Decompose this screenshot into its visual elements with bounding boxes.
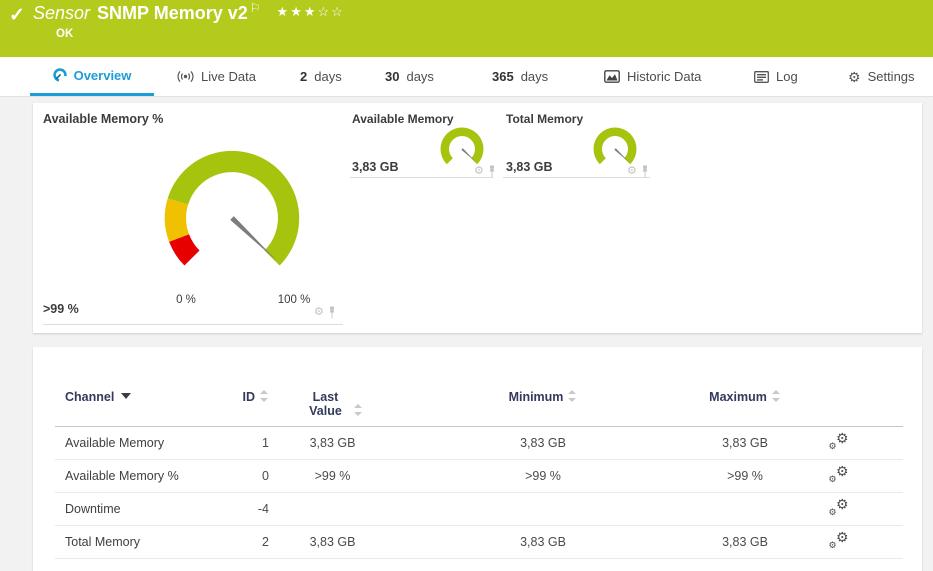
- table-row: Available Memory 1 3,83 GB 3,83 GB 3,83 …: [55, 427, 903, 460]
- sensor-status-banner: ✓ Sensor SNMP Memory v2⚐ ★★★☆☆ OK: [0, 0, 933, 57]
- divider: [503, 177, 650, 178]
- main-gauge-value: >99 %: [43, 302, 79, 316]
- gauge-settings-gear-icon[interactable]: ⚙: [627, 166, 637, 177]
- sort-icon: [260, 390, 269, 402]
- sort-caret-icon: [121, 393, 131, 399]
- table-row: Total Memory 2 3,83 GB 3,83 GB 3,83 GB ⚙…: [55, 526, 903, 559]
- column-header-channel[interactable]: Channel: [55, 375, 215, 427]
- flag-icon: ⚐: [250, 1, 261, 15]
- sort-icon: [354, 404, 363, 416]
- tab-30-days[interactable]: 30 days: [385, 57, 434, 96]
- tab-overview[interactable]: Overview: [30, 57, 154, 96]
- gauge-icon: [53, 68, 67, 82]
- gauge-settings-gear-icon[interactable]: ⚙: [314, 307, 324, 318]
- tab-historic-data[interactable]: Historic Data: [604, 57, 701, 96]
- mini-gauge-value: 3,83 GB: [506, 160, 553, 174]
- broadcast-icon: [177, 70, 194, 83]
- object-kind-label: Sensor: [33, 3, 90, 23]
- tab-2-days[interactable]: 2 days: [300, 57, 342, 96]
- mini-gauge-value: 3,83 GB: [352, 160, 399, 174]
- channel-table-panel: Channel ID Last Value Minimum Maximum: [33, 347, 922, 571]
- main-gauge-title: Available Memory %: [43, 112, 163, 126]
- channel-table: Channel ID Last Value Minimum Maximum: [55, 375, 903, 559]
- chart-icon: [604, 70, 620, 83]
- priority-stars[interactable]: ★★★☆☆: [277, 4, 345, 19]
- gauge-scale-max: 100 %: [269, 294, 319, 306]
- table-row: Available Memory % 0 >99 % >99 % >99 % ⚙…: [55, 460, 903, 493]
- channel-settings-icon[interactable]: ⚙⚙: [829, 466, 849, 484]
- tab-live-data[interactable]: Live Data: [177, 57, 256, 96]
- gear-icon: ⚙: [848, 70, 861, 84]
- pin-icon[interactable]: [327, 306, 337, 319]
- sort-icon: [772, 390, 781, 402]
- tab-settings[interactable]: ⚙ Settings: [848, 57, 915, 96]
- sensor-status-text: OK: [56, 28, 73, 40]
- column-header-minimum[interactable]: Minimum: [390, 375, 696, 427]
- tab-365-days[interactable]: 365 days: [492, 57, 548, 96]
- sensor-tab-bar: Overview Live Data 2 days 30 days 365 da…: [0, 57, 933, 97]
- gauge-settings-gear-icon[interactable]: ⚙: [474, 166, 484, 177]
- column-header-last-value[interactable]: Last Value: [275, 375, 390, 427]
- mini-gauge-title-total-memory: Total Memory: [506, 112, 583, 126]
- table-row: Downtime -4 ⚙⚙: [55, 493, 903, 526]
- log-icon: [754, 71, 769, 83]
- overview-gauges-panel: Available Memory % 0 % 100 % >99 % ⚙ Ava…: [33, 103, 922, 333]
- column-header-maximum[interactable]: Maximum: [696, 375, 794, 427]
- gauge-needle: [230, 216, 277, 261]
- check-icon: ✓: [9, 4, 25, 27]
- tab-log[interactable]: Log: [754, 57, 798, 96]
- column-header-id[interactable]: ID: [215, 375, 275, 427]
- divider: [43, 324, 343, 325]
- available-memory-percent-gauge: [150, 136, 314, 300]
- divider: [350, 177, 493, 178]
- channel-settings-icon[interactable]: ⚙⚙: [829, 499, 849, 517]
- sort-icon: [568, 390, 577, 402]
- gauge-scale-min: 0 %: [166, 294, 206, 306]
- channel-settings-icon[interactable]: ⚙⚙: [829, 433, 849, 451]
- mini-gauge-title-available-memory: Available Memory: [352, 112, 454, 126]
- channel-settings-icon[interactable]: ⚙⚙: [829, 532, 849, 550]
- sensor-title: SNMP Memory v2: [97, 3, 248, 23]
